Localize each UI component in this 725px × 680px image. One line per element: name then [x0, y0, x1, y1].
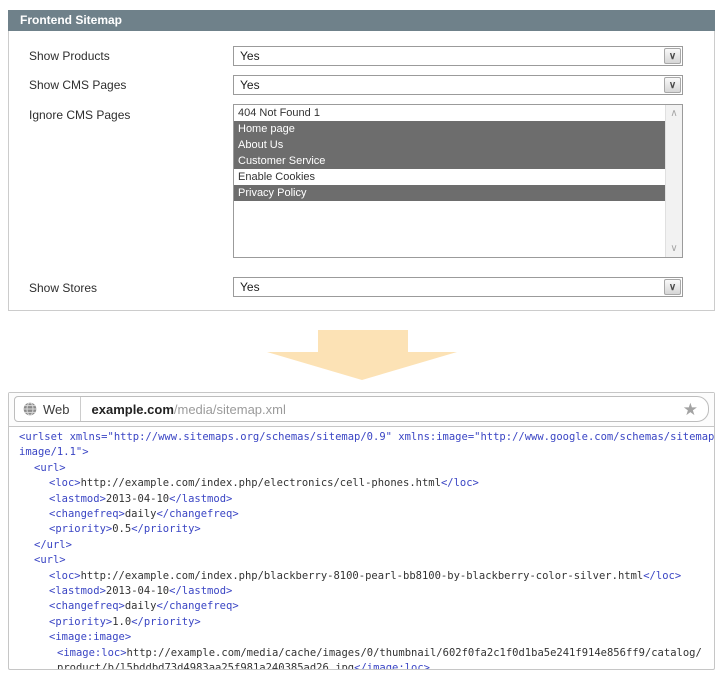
xml-line: <changefreq>daily</changefreq> — [9, 599, 714, 614]
multiselect-option-list: 404 Not Found 1Home pageAbout UsCustomer… — [234, 105, 665, 257]
xml-line: <priority>1.0</priority> — [9, 615, 714, 630]
address-bar-divider — [80, 397, 81, 421]
xml-tag: <url> — [34, 554, 66, 566]
xml-text: 0.5 — [112, 523, 131, 535]
bookmark-star-icon[interactable]: ★ — [683, 401, 698, 418]
xml-tag: </changefreq> — [156, 508, 238, 520]
xml-tag: </changefreq> — [156, 600, 238, 612]
xml-tag: <loc> — [49, 570, 81, 582]
xml-line: <lastmod>2013-04-10</lastmod> — [9, 492, 714, 507]
chevron-down-icon[interactable]: ∨ — [664, 48, 681, 64]
xml-text: 1.0 — [112, 616, 131, 628]
xml-sitemap-content: <urlset xmlns="http://www.sitemaps.org/s… — [9, 426, 714, 669]
multiselect-option[interactable]: 404 Not Found 1 — [234, 105, 665, 121]
label-show-cms-pages: Show CMS Pages — [29, 78, 126, 92]
page: Frontend Sitemap Show Products Yes ∨ Sho… — [0, 0, 725, 680]
panel-header: Frontend Sitemap — [8, 10, 715, 31]
xml-tag: <image:loc> — [57, 647, 127, 659]
multiselect-scrollbar[interactable]: ∧ ∨ — [665, 105, 682, 257]
xml-text: 2013-04-10 — [106, 585, 169, 597]
chevron-down-icon[interactable]: ∨ — [664, 279, 681, 295]
globe-icon — [23, 402, 37, 416]
xml-line: <image:image> — [9, 630, 714, 645]
multiselect-option[interactable]: Customer Service — [234, 153, 665, 169]
xml-text: product/b/l5bddbd73d4983aa25f981a240385a… — [57, 662, 354, 669]
multiselect-option[interactable]: About Us — [234, 137, 665, 153]
xml-tag: <url> — [34, 462, 66, 474]
xml-text: http://example.com/index.php/blackberry-… — [81, 570, 644, 582]
xml-line: <url> — [9, 553, 714, 568]
web-tab-label: Web — [43, 402, 80, 417]
show-cms-pages-value: Yes — [240, 78, 260, 92]
browser-window: Web example.com/media/sitemap.xml ★ <url… — [8, 392, 715, 670]
multiselect-option[interactable]: Enable Cookies — [234, 169, 665, 185]
label-show-stores: Show Stores — [29, 281, 97, 295]
xml-tag: <lastmod> — [49, 585, 106, 597]
xml-tag: </loc> — [441, 477, 479, 489]
xml-line: <urlset xmlns="http://www.sitemaps.org/s… — [9, 430, 714, 445]
xml-tag: <urlset xmlns="http://www.sitemaps.org/s… — [19, 431, 714, 443]
xml-line: <priority>0.5</priority> — [9, 522, 714, 537]
show-cms-pages-select[interactable]: Yes ∨ — [233, 75, 683, 95]
xml-text: http://example.com/media/cache/images/0/… — [127, 647, 702, 659]
xml-tag: </priority> — [131, 523, 201, 535]
xml-line: <loc>http://example.com/index.php/electr… — [9, 476, 714, 491]
browser-toolbar: Web example.com/media/sitemap.xml ★ — [9, 393, 714, 427]
scroll-down-icon[interactable]: ∨ — [666, 243, 682, 254]
multiselect-option[interactable]: Home page — [234, 121, 665, 137]
xml-tag: </url> — [34, 539, 72, 551]
show-stores-select[interactable]: Yes ∨ — [233, 277, 683, 297]
chevron-down-icon[interactable]: ∨ — [664, 77, 681, 93]
xml-tag: <changefreq> — [49, 600, 125, 612]
url-host: example.com — [92, 402, 174, 417]
xml-text: daily — [125, 508, 157, 520]
show-products-value: Yes — [240, 49, 260, 63]
xml-line: <loc>http://example.com/index.php/blackb… — [9, 569, 714, 584]
xml-line: <changefreq>daily</changefreq> — [9, 507, 714, 522]
xml-tag: image/1.1"> — [19, 446, 89, 458]
xml-tag: <lastmod> — [49, 493, 106, 505]
xml-text: daily — [125, 600, 157, 612]
xml-tag: <changefreq> — [49, 508, 125, 520]
xml-tag: </lastmod> — [169, 493, 232, 505]
xml-tag: <loc> — [49, 477, 81, 489]
show-stores-value: Yes — [240, 280, 260, 294]
label-ignore-cms-pages: Ignore CMS Pages — [29, 108, 130, 122]
xml-tag: </image:loc> — [354, 662, 430, 669]
label-show-products: Show Products — [29, 49, 110, 63]
xml-line: <image:loc>http://example.com/media/cach… — [9, 646, 714, 661]
show-products-select[interactable]: Yes ∨ — [233, 46, 683, 66]
down-arrow-icon — [267, 330, 457, 380]
address-bar[interactable]: Web example.com/media/sitemap.xml ★ — [14, 396, 709, 422]
xml-line: </url> — [9, 538, 714, 553]
xml-tag: <priority> — [49, 616, 112, 628]
xml-tag: <priority> — [49, 523, 112, 535]
xml-line: <lastmod>2013-04-10</lastmod> — [9, 584, 714, 599]
xml-line: image/1.1"> — [9, 445, 714, 460]
panel-body: Show Products Yes ∨ Show CMS Pages Yes ∨… — [8, 31, 715, 311]
xml-tag: </lastmod> — [169, 585, 232, 597]
xml-line: <url> — [9, 461, 714, 476]
url-text[interactable]: example.com/media/sitemap.xml — [92, 402, 286, 417]
xml-tag: </priority> — [131, 616, 201, 628]
panel-title: Frontend Sitemap — [20, 13, 122, 27]
xml-tag: <image:image> — [49, 631, 131, 643]
xml-tag: </loc> — [643, 570, 681, 582]
url-path: /media/sitemap.xml — [174, 402, 286, 417]
xml-text: 2013-04-10 — [106, 493, 169, 505]
xml-text: http://example.com/index.php/electronics… — [81, 477, 441, 489]
ignore-cms-pages-multiselect[interactable]: 404 Not Found 1Home pageAbout UsCustomer… — [233, 104, 683, 258]
multiselect-option[interactable]: Privacy Policy — [234, 185, 665, 201]
frontend-sitemap-panel: Frontend Sitemap Show Products Yes ∨ Sho… — [8, 10, 715, 311]
xml-line: product/b/l5bddbd73d4983aa25f981a240385a… — [9, 661, 714, 669]
scroll-up-icon[interactable]: ∧ — [666, 108, 682, 119]
